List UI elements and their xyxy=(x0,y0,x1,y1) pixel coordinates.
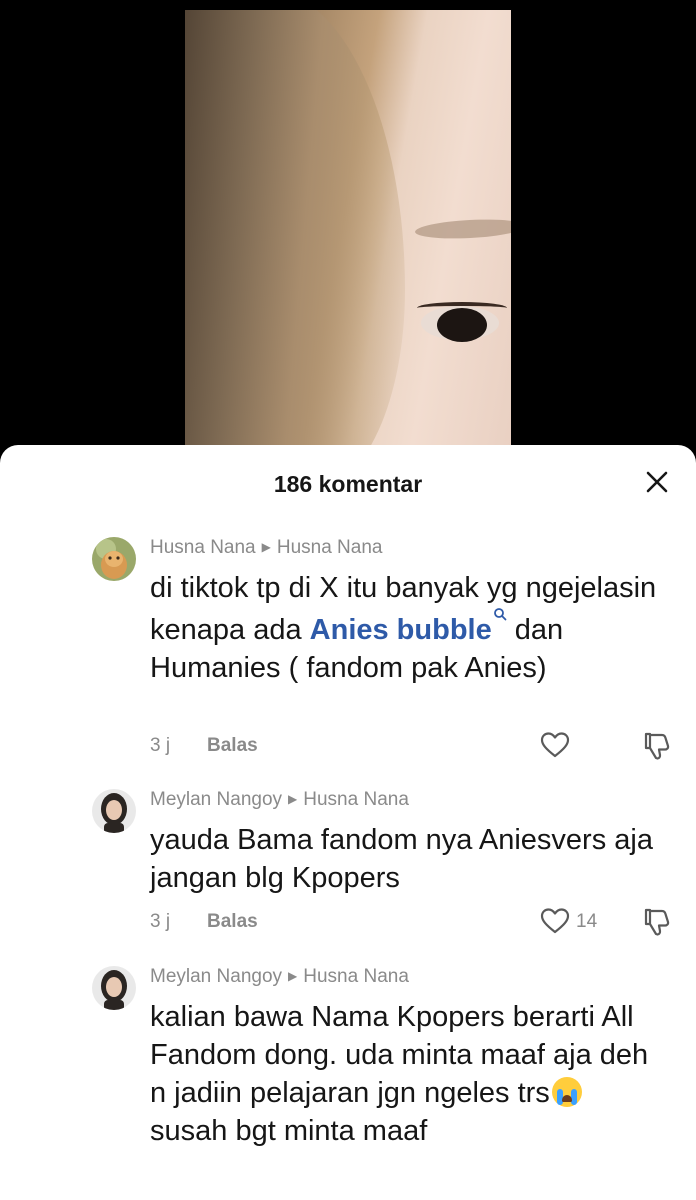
comments-header: 186 komentar xyxy=(0,445,696,525)
dislike-icon[interactable] xyxy=(642,907,670,937)
comment-author[interactable]: Husna Nana xyxy=(150,537,256,558)
crying-face-emoji-icon xyxy=(551,1077,582,1107)
comment-text-part: susah bgt minta maaf xyxy=(150,1115,428,1147)
search-link-text[interactable]: Anies bubble xyxy=(310,614,492,646)
comment-count-title: 186 komentar xyxy=(273,471,423,497)
comment-text: di tiktok tp di X itu banyak yg ngejelas… xyxy=(150,569,660,687)
like-heart-icon[interactable] xyxy=(540,731,570,759)
comment-text: kalian bawa Nama Kpopers berarti All Fan… xyxy=(150,998,660,1150)
comment-author[interactable]: Meylan Nangoy xyxy=(150,789,282,810)
reply-to-user[interactable]: Husna Nana xyxy=(277,537,383,558)
close-icon[interactable] xyxy=(640,465,674,499)
like-count: 14 xyxy=(576,911,598,932)
avatar[interactable] xyxy=(92,537,136,581)
search-icon[interactable] xyxy=(493,607,507,621)
comments-sheet: 186 komentar Husna Nana ▶ Husna Nana di ti… xyxy=(0,445,696,1200)
comment-actions: 3 j Balas xyxy=(150,731,670,761)
avatar[interactable] xyxy=(92,789,136,833)
dislike-icon[interactable] xyxy=(642,731,670,761)
like-heart-icon[interactable] xyxy=(540,907,570,935)
video-frame[interactable] xyxy=(185,10,511,460)
avatar[interactable] xyxy=(92,966,136,1010)
video-brow xyxy=(414,217,511,241)
comment-time: 3 j xyxy=(150,911,171,932)
comment-meta: Meylan Nangoy ▶ Husna Nana xyxy=(150,789,409,811)
comment-time: 3 j xyxy=(150,735,171,756)
video-player[interactable] xyxy=(0,0,696,460)
comment-meta: Husna Nana ▶ Husna Nana xyxy=(150,537,382,559)
comment-text: yauda Bama fandom nya Aniesvers aja jang… xyxy=(150,824,653,894)
reply-arrow-icon: ▶ xyxy=(261,540,271,554)
comment-meta: Meylan Nangoy ▶ Husna Nana xyxy=(150,966,409,988)
reply-to-user[interactable]: Husna Nana xyxy=(303,966,409,987)
reply-arrow-icon: ▶ xyxy=(288,969,298,983)
reply-to-user[interactable]: Husna Nana xyxy=(303,789,409,810)
comment-actions: 3 j Balas 14 xyxy=(150,907,670,937)
comment-author[interactable]: Meylan Nangoy xyxy=(150,966,282,987)
reply-button[interactable]: Balas xyxy=(207,911,258,933)
reply-button[interactable]: Balas xyxy=(207,735,258,757)
video-hair-region xyxy=(185,10,405,460)
video-lash xyxy=(417,302,507,314)
search-link[interactable]: Anies bubble xyxy=(310,608,507,646)
reply-arrow-icon: ▶ xyxy=(288,792,298,806)
